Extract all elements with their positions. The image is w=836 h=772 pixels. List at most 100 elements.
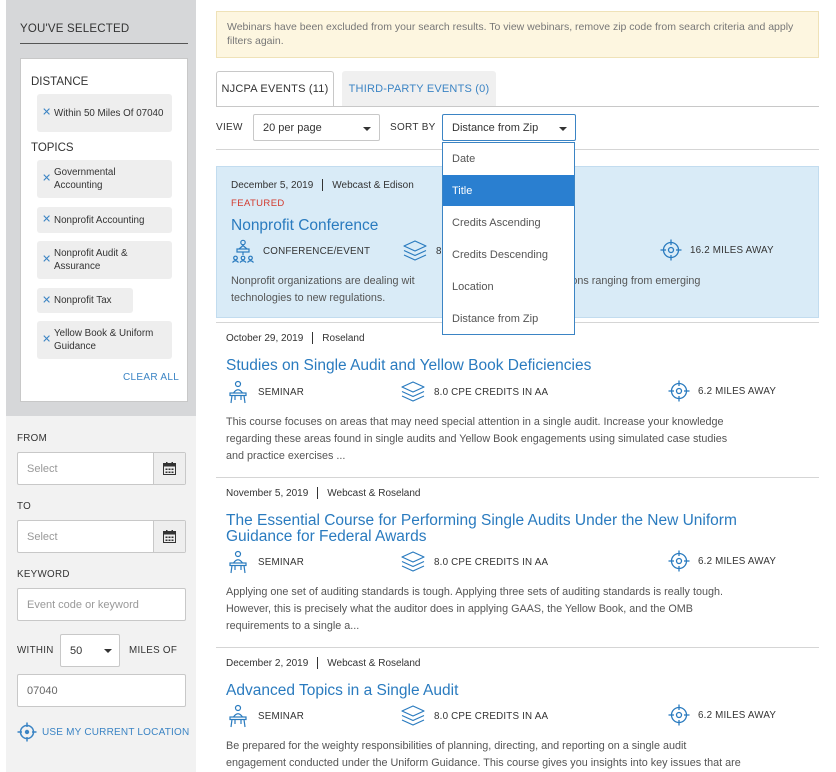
tab-third-party-events[interactable]: THIRD-PARTY EVENTS (0) (342, 71, 496, 106)
event-type: SEMINAR (226, 550, 304, 574)
event-title[interactable]: The Essential Course for Performing Sing… (226, 513, 737, 529)
event-card[interactable]: November 5, 2019 Webcast & Roseland The E… (216, 478, 819, 648)
calendar-icon[interactable] (153, 521, 185, 552)
event-meta: October 29, 2019 Roseland (226, 332, 365, 344)
calendar-icon[interactable] (153, 453, 185, 484)
filter-chip-topic[interactable]: ✕ Nonprofit Accounting (37, 207, 172, 233)
event-description-line: regarding these areas found in single au… (226, 433, 728, 445)
chip-label: Governmental Accounting (54, 167, 116, 191)
sort-select[interactable]: Distance from Zip (442, 114, 576, 141)
from-placeholder: Select (27, 463, 58, 475)
event-title-continued[interactable]: Guidance for Federal Awards (226, 529, 426, 545)
selected-title: YOU'VE SELECTED (20, 23, 130, 35)
chevron-down-icon (363, 127, 371, 131)
layers-icon (401, 381, 425, 402)
event-location: Roseland (322, 332, 365, 344)
zip-input[interactable]: 07040 (17, 674, 186, 707)
event-credits: 8.0 CPE CREDITS IN AA (400, 550, 548, 574)
event-description-line: and practice exercises ... (226, 450, 346, 462)
layers-icon (401, 705, 425, 726)
event-type-label: CONFERENCE/EVENT (263, 245, 371, 257)
event-description-line: technologies to new regulations. (231, 292, 386, 304)
layers-icon (403, 240, 427, 261)
distance-select[interactable]: 50 (60, 634, 120, 667)
crosshair-icon (668, 704, 690, 726)
sort-option-date[interactable]: Date (443, 143, 574, 174)
from-label: FROM (17, 433, 48, 444)
topics-heading: TOPICS (31, 142, 74, 154)
event-credits-label: 8.0 CPE CREDITS IN AA (434, 386, 549, 398)
event-distance-label: 6.2 MILES AWAY (698, 385, 777, 397)
event-type: CONFERENCE/EVENT (231, 239, 370, 263)
keyword-input[interactable]: Event code or keyword (17, 588, 186, 621)
seminar-icon (229, 550, 247, 574)
use-location-label: USE MY CURRENT LOCATION (42, 726, 190, 738)
event-date: October 29, 2019 (226, 332, 304, 344)
webinar-notice: Webinars have been excluded from your se… (216, 11, 819, 58)
filter-chip-topic[interactable]: ✕ Nonprofit Tax (37, 288, 133, 313)
event-credits: 8.0 CPE CREDITS IN AA (400, 380, 548, 404)
crosshair-icon (668, 380, 690, 402)
zip-value: 07040 (27, 685, 58, 697)
event-date: December 5, 2019 (231, 179, 314, 191)
layers-icon (401, 551, 425, 572)
event-description-line: Applying one set of auditing standards i… (226, 586, 723, 598)
sort-option-title[interactable]: Title (443, 175, 574, 206)
event-title[interactable]: Studies on Single Audit and Yellow Book … (226, 358, 591, 374)
event-card[interactable]: October 29, 2019 Roseland Studies on Sing… (216, 323, 819, 478)
event-distance-label: 6.2 MILES AWAY (698, 555, 777, 567)
chevron-down-icon (104, 649, 112, 653)
event-distance: 6.2 MILES AWAY (668, 550, 776, 572)
event-type-label: SEMINAR (258, 386, 305, 398)
sort-option-credits-descending[interactable]: Credits Descending (443, 239, 574, 270)
event-distance: 6.2 MILES AWAY (668, 704, 776, 726)
distance-value: 50 (70, 645, 83, 657)
sort-option-credits-ascending[interactable]: Credits Ascending (443, 207, 574, 238)
per-page-select[interactable]: 20 per page (253, 114, 380, 141)
event-meta: December 5, 2019 Webcast & Edison (231, 179, 414, 191)
remove-icon[interactable]: ✕ (42, 254, 51, 266)
crosshair-icon (668, 550, 690, 572)
from-date-field[interactable]: Select (17, 452, 186, 485)
divider (20, 43, 188, 44)
chip-label: Nonprofit Accounting (54, 214, 145, 226)
event-location: Webcast & Roseland (327, 657, 421, 669)
event-distance: 16.2 MILES AWAY (660, 239, 774, 261)
event-location: Webcast & Roseland (327, 487, 421, 499)
remove-icon[interactable]: ✕ (42, 173, 51, 185)
remove-icon[interactable]: ✕ (42, 334, 51, 346)
remove-icon[interactable]: ✕ (42, 214, 51, 226)
event-date: December 2, 2019 (226, 657, 309, 669)
filter-chip-topic[interactable]: ✕ Governmental Accounting (37, 160, 172, 198)
view-label: VIEW (216, 122, 243, 133)
clear-all-link[interactable]: CLEAR ALL (123, 372, 179, 383)
filter-chip-topic[interactable]: ✕ Yellow Book & Uniform Guidance (37, 321, 172, 359)
event-card[interactable]: December 2, 2019 Webcast & Roseland Advan… (216, 648, 819, 772)
tab-njcpa-events[interactable]: NJCPA EVENTS (11) (216, 71, 334, 106)
podium-icon (232, 239, 254, 263)
sort-label: SORT BY (390, 122, 436, 133)
event-distance: 6.2 MILES AWAY (668, 380, 776, 402)
remove-icon[interactable]: ✕ (42, 107, 51, 119)
keyword-label: KEYWORD (17, 569, 70, 580)
chip-label: Within 50 Miles Of 07040 (54, 107, 164, 119)
filter-chip-topic[interactable]: ✕ Nonprofit Audit & Assurance (37, 241, 172, 279)
event-distance-label: 16.2 MILES AWAY (690, 244, 774, 256)
chip-label: Nonprofit Tax (54, 295, 112, 306)
event-title[interactable]: Advanced Topics in a Single Audit (226, 683, 458, 699)
sort-dropdown-menu: Date Title Credits Ascending Credits Des… (442, 142, 575, 335)
tab-divider (216, 106, 819, 107)
sort-option-location[interactable]: Location (443, 271, 574, 302)
chip-label: Nonprofit Audit & Assurance (54, 248, 128, 272)
event-description-start: Nonprofit organizations are dealing wit (231, 275, 415, 287)
sort-option-distance[interactable]: Distance from Zip (443, 303, 574, 334)
filter-chip-distance[interactable]: ✕ Within 50 Miles Of 07040 (37, 94, 172, 132)
to-date-field[interactable]: Select (17, 520, 186, 553)
remove-icon[interactable]: ✕ (42, 295, 51, 306)
event-title[interactable]: Nonprofit Conference (231, 218, 378, 234)
event-credits: 8.0 CPE CREDITS IN AA (400, 704, 548, 728)
per-page-value: 20 per page (263, 122, 322, 134)
use-location-link[interactable]: USE MY CURRENT LOCATION (17, 722, 189, 742)
within-label: WITHIN (17, 645, 54, 656)
chip-label: Yellow Book & Uniform Guidance (54, 328, 154, 352)
